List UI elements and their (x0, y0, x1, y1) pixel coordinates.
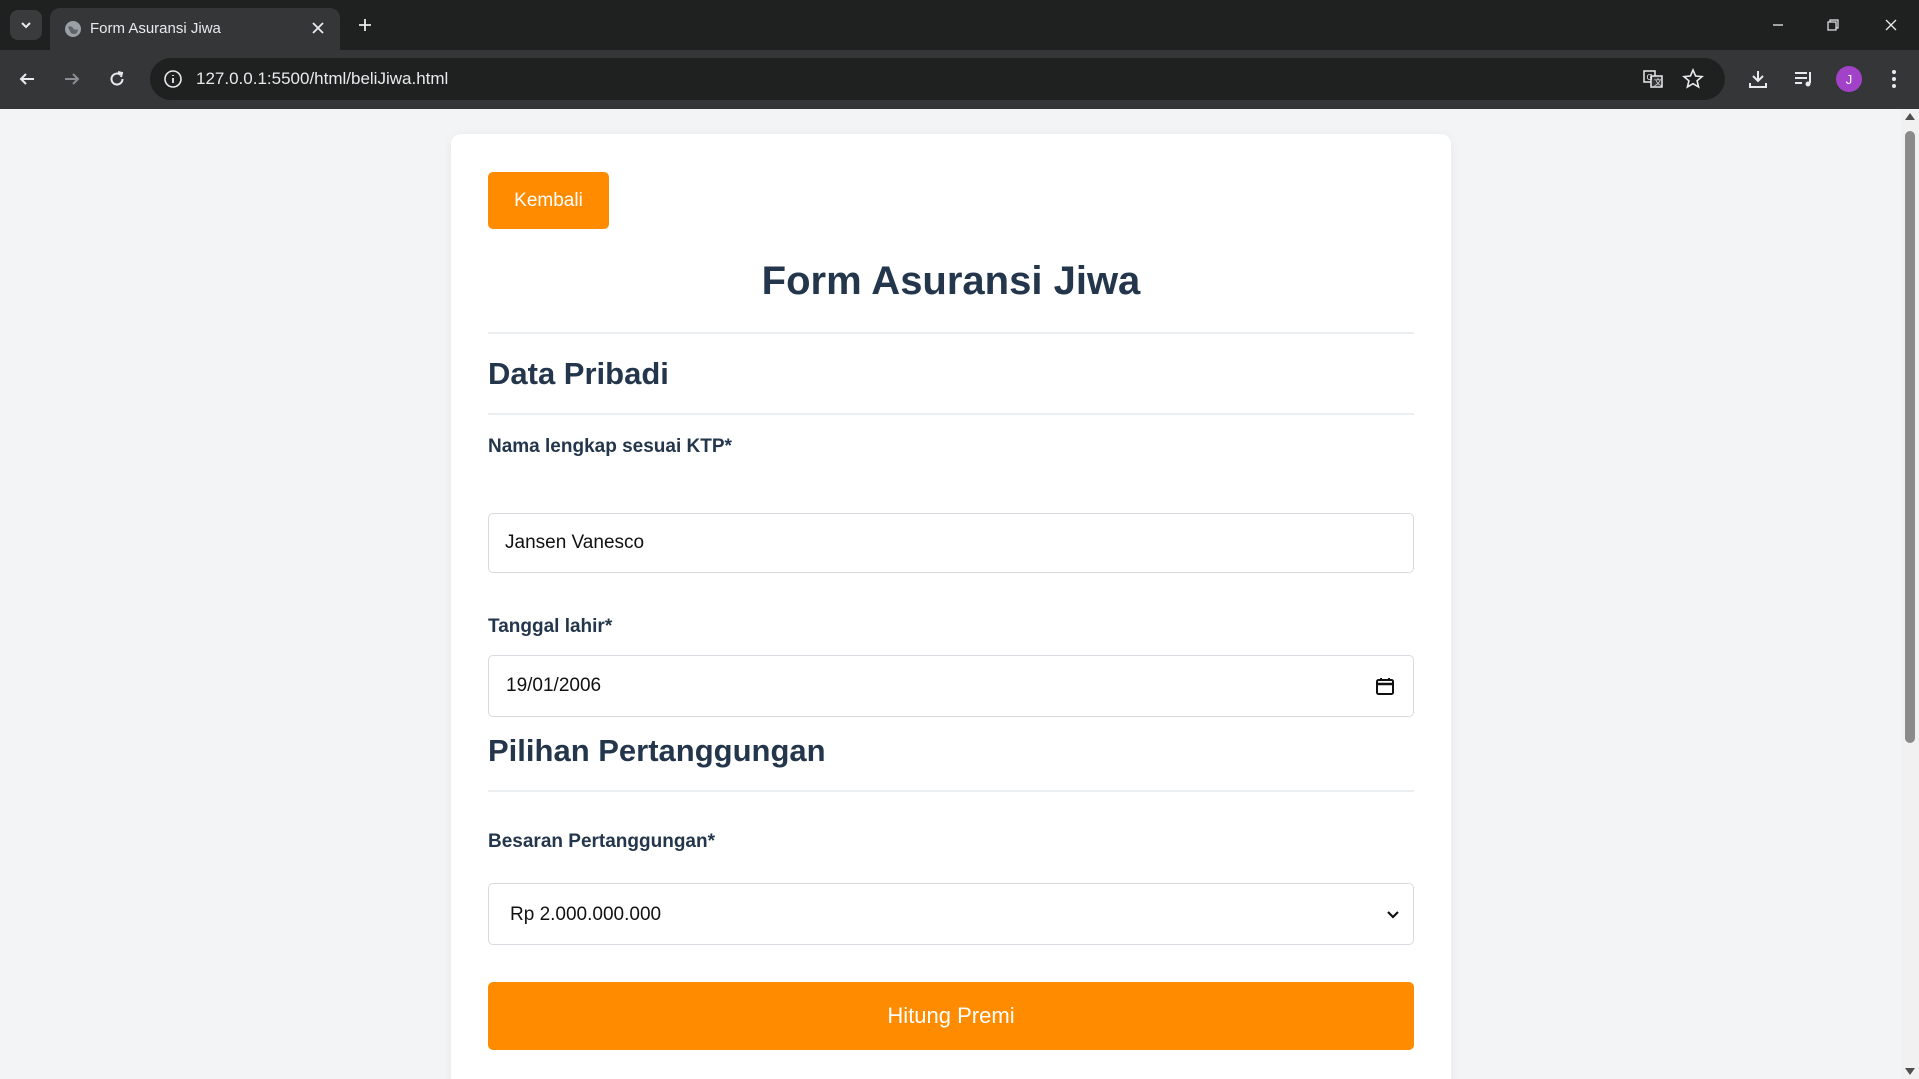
menu-kebab-icon[interactable] (1880, 65, 1908, 93)
back-nav-button[interactable] (12, 64, 42, 94)
site-info-icon[interactable] (162, 68, 184, 90)
dob-input[interactable]: 19/01/2006 (488, 655, 1414, 717)
minimize-icon (1773, 24, 1783, 26)
back-button[interactable]: Kembali (488, 172, 609, 229)
tab-close-button[interactable] (308, 18, 328, 38)
section-divider (488, 790, 1414, 792)
tab-title: Form Asuransi Jiwa (90, 20, 221, 37)
scroll-up-arrow[interactable] (1905, 113, 1915, 120)
tab-search-button[interactable] (10, 10, 42, 40)
title-divider (488, 332, 1414, 334)
page-scrollbar[interactable] (1901, 109, 1919, 1079)
profile-avatar[interactable]: J (1836, 66, 1862, 92)
calendar-icon[interactable] (1375, 676, 1395, 696)
chevron-down-icon (1387, 911, 1399, 919)
reload-icon (110, 71, 124, 86)
coverage-amount-label: Besaran Pertanggungan* (488, 831, 715, 852)
browser-tab-bar: Form Asuransi Jiwa (0, 0, 1919, 50)
arrow-right-icon (65, 73, 80, 85)
minimize-button[interactable] (1765, 12, 1791, 38)
downloads-icon[interactable] (1744, 65, 1772, 93)
browser-tab[interactable]: Form Asuransi Jiwa (50, 8, 340, 50)
svg-text:文: 文 (1654, 77, 1662, 87)
calculate-premium-button[interactable]: Hitung Premi (488, 982, 1414, 1050)
section-title-data-pribadi: Data Pribadi (488, 356, 669, 391)
scroll-thumb[interactable] (1905, 131, 1915, 743)
close-icon (312, 22, 324, 34)
media-queue-icon[interactable] (1790, 65, 1818, 93)
close-icon (1885, 19, 1897, 31)
page-viewport: Kembali Form Asuransi Jiwa Data Pribadi … (0, 109, 1901, 1079)
address-bar[interactable]: 127.0.0.1:5500/html/beliJiwa.html G文 (150, 58, 1725, 100)
page-title: Form Asuransi Jiwa (761, 259, 1141, 303)
url-text: 127.0.0.1:5500/html/beliJiwa.html (196, 69, 449, 88)
close-window-button[interactable] (1878, 12, 1904, 38)
reload-button[interactable] (102, 64, 132, 94)
dob-value: 19/01/2006 (506, 675, 602, 696)
restore-button[interactable] (1820, 12, 1846, 38)
globe-icon (65, 21, 81, 37)
coverage-amount-value: Rp 2.000.000.000 (510, 904, 662, 925)
name-label: Nama lengkap sesuai KTP* (488, 436, 732, 457)
forward-nav-button[interactable] (57, 64, 87, 94)
dob-label: Tanggal lahir* (488, 616, 613, 637)
scroll-down-arrow[interactable] (1905, 1068, 1915, 1075)
name-input[interactable] (488, 513, 1414, 573)
restore-icon (1827, 19, 1839, 31)
translate-icon[interactable]: G文 (1641, 67, 1665, 91)
section-divider (488, 413, 1414, 415)
coverage-amount-select[interactable]: Rp 2.000.000.000 (488, 883, 1414, 945)
section-title-pilihan-pertanggungan: Pilihan Pertanggungan (488, 733, 826, 768)
new-tab-button[interactable] (352, 12, 378, 38)
arrow-left-icon (19, 73, 34, 85)
plus-icon (359, 19, 371, 31)
form-card: Kembali Form Asuransi Jiwa Data Pribadi … (451, 134, 1451, 1079)
svg-text:G: G (1647, 73, 1653, 82)
browser-toolbar: 127.0.0.1:5500/html/beliJiwa.html G文 J (0, 50, 1919, 109)
chevron-down-icon (21, 22, 31, 29)
bookmark-star-icon[interactable] (1681, 67, 1705, 91)
